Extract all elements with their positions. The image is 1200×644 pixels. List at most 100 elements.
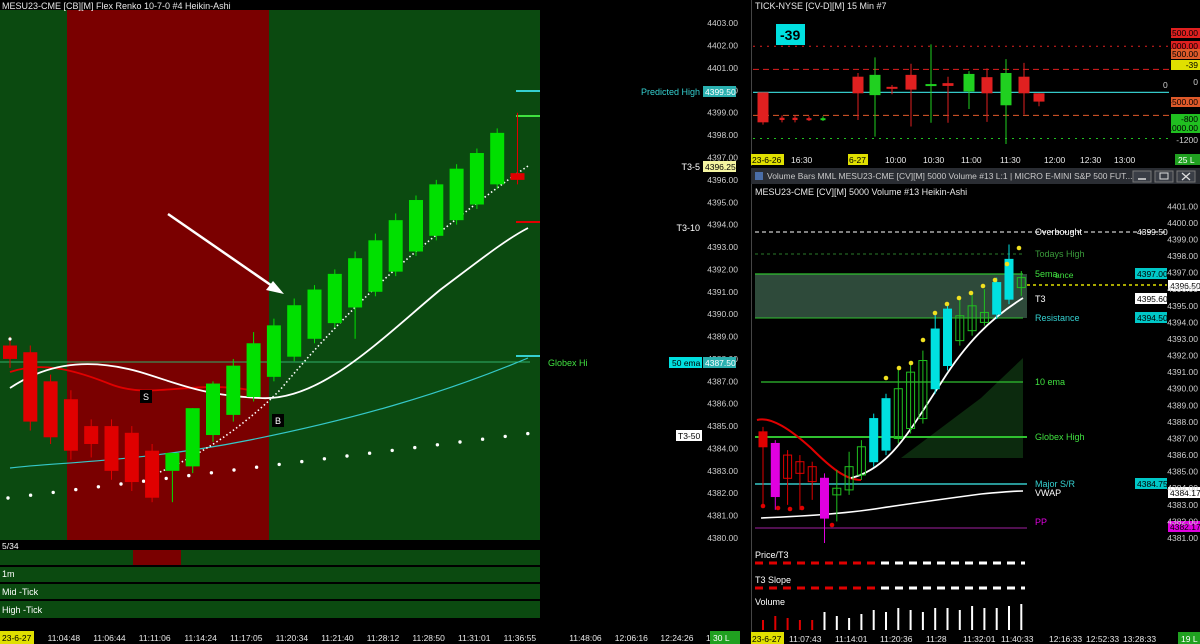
vol-time-label: 11:28: [926, 634, 947, 644]
t3-value: 4395.60: [1137, 294, 1168, 304]
candle-body: [185, 408, 200, 467]
t3-10-label: T3-10: [676, 223, 700, 233]
left-chart-panel: 4403.004402.004401.004400.004399.004398.…: [0, 0, 745, 644]
candle-body: [145, 450, 160, 498]
price-tick-label: 4387.00: [707, 376, 738, 386]
candle-dot: [8, 337, 12, 341]
vol-time-label: 11:14:01: [835, 634, 868, 644]
counter-label: 5/34: [2, 541, 19, 551]
price-tick-label: 4385.00: [707, 421, 738, 431]
resistance-zone: [755, 274, 1027, 318]
time-tag-text: 30 L: [713, 633, 730, 643]
tick-axis-label: 0: [1193, 77, 1198, 87]
vol-time-axis: 23-6-27 11:07:43 11:14:01 11:20:36 11:28 11:3…: [751, 632, 1200, 644]
tick-time-label: 10:00: [885, 155, 907, 165]
dot-trail-point: [300, 459, 304, 464]
tick-candle-body: [942, 83, 954, 86]
subpanel-1m-label: 1m: [2, 569, 15, 579]
candle-body: [165, 452, 180, 471]
ema5-value: 4397.00: [1137, 269, 1168, 279]
t3-50-label: T3-50: [678, 431, 700, 441]
ema50-value: 4387.50: [705, 358, 736, 368]
major-sr-value: 4384.75: [1137, 479, 1168, 489]
dot-trail-point: [458, 440, 462, 444]
vol-candle-body: [758, 431, 768, 448]
time-label: 12:24:26: [660, 633, 693, 643]
resistance-value: 4394.50: [1137, 313, 1168, 323]
time-label: 11:28:50: [412, 633, 445, 643]
tick-candle-body: [981, 77, 993, 94]
price-tick-label: 4401.00: [707, 63, 738, 73]
tick-candle-body: [905, 74, 917, 90]
vol-price-tick-label: 4386.00: [1167, 450, 1198, 460]
overbought-label: Overbought: [1035, 227, 1083, 237]
vwap-label: VWAP: [1035, 488, 1061, 498]
price-tick-label: 4391.00: [707, 287, 738, 297]
candle-body: [429, 184, 444, 236]
dot-trail-point: [345, 454, 349, 458]
price-t3-label: Price/T3: [755, 550, 789, 560]
tick-chart[interactable]: TICK-NYSE [CV-D][M] 15 Min #7 -39 1500.0…: [751, 0, 1200, 166]
dot-trail-point: [74, 487, 78, 492]
b-marker: B: [275, 416, 281, 426]
red-signal-dot: [799, 505, 805, 511]
tick-time-label: 10:30: [923, 155, 945, 165]
vol-price-tick-label: 4389.00: [1167, 400, 1198, 410]
tick-candle-body: [869, 74, 881, 96]
candle-body: [307, 289, 322, 339]
dot-trail-point: [503, 434, 507, 439]
price-tick-label: 4403.00: [707, 18, 738, 28]
candle-body: [510, 173, 525, 180]
red-signal-dot: [787, 506, 793, 512]
t3-slope-label: T3 Slope: [755, 575, 791, 585]
price-tick-label: 4380.00: [707, 533, 738, 543]
vol-price-tick-label: 4390.00: [1167, 384, 1198, 394]
price-tick-label: 4384.00: [707, 443, 738, 453]
dot-trail-point: [367, 451, 372, 455]
dot-trail-point: [96, 485, 101, 489]
volume-bars-chart[interactable]: Volume Bars MML MESU23-CME [CV][M] 5000 …: [751, 168, 1200, 644]
left-subpanels: 5/34 1m Mid -Tick High -Tick: [0, 541, 540, 618]
tick-candle-body: [1033, 93, 1045, 102]
dot-trail-point: [254, 465, 259, 469]
candle-body: [469, 153, 484, 205]
yellow-signal-dot: [883, 375, 889, 381]
dot-trail-point: [413, 445, 417, 450]
predicted-high-label: Predicted High: [641, 87, 700, 97]
time-label: 11:31:01: [458, 633, 491, 643]
ema10-label: 10 ema: [1035, 377, 1065, 387]
tick-time-label: 12:30: [1080, 155, 1102, 165]
candle-body: [287, 305, 302, 357]
price-tick-label: 4381.00: [707, 511, 738, 521]
vol-candle-body: [770, 442, 780, 498]
volume-label: Volume: [755, 597, 785, 607]
tick-time-tag-text: 25 L: [1178, 155, 1195, 165]
tick-candle-body: [757, 92, 769, 123]
vol-time-label: 11:32:01: [963, 634, 996, 644]
vol-price-tick-label: 4401.00: [1167, 201, 1198, 211]
candle-body: [226, 365, 241, 415]
time-label: 11:17:05: [230, 633, 263, 643]
tick-chart-panel: TICK-NYSE [CV-D][M] 15 Min #7 -39 1500.0…: [751, 0, 1200, 166]
t3-label: T3: [1035, 294, 1046, 304]
candle-body: [43, 381, 58, 438]
price-tick-label: 4394.00: [707, 220, 738, 230]
price-tick-label: 4383.00: [707, 466, 738, 476]
t3-5-label: T3-5: [681, 162, 700, 172]
volume-chart-panel: Volume Bars MML MESU23-CME [CV][M] 5000 …: [751, 168, 1200, 644]
vol-price-tick-label: 4397.00: [1167, 268, 1198, 278]
tick-time-label: 23-6-26: [752, 155, 782, 165]
dot-trail-point: [6, 496, 10, 500]
left-chart-title: MESU23-CME [CB][M] Flex Renko 10-7-0 #4 …: [2, 1, 231, 11]
minimize-button[interactable]: [1132, 170, 1152, 183]
pp-label: PP: [1035, 517, 1047, 527]
dot-trail-point: [390, 448, 394, 453]
renko-chart[interactable]: 4403.004402.004401.004400.004399.004398.…: [0, 0, 745, 644]
resistance-label: Resistance: [1035, 313, 1080, 323]
window-title: Volume Bars MML MESU23-CME [CV][M] 5000 …: [767, 171, 1132, 181]
tick-axis-label: -39: [1186, 60, 1199, 70]
time-label: 11:11:06: [139, 633, 171, 643]
ema50-label: 50 ema: [672, 358, 701, 368]
vol-price-tick-label: 4395.00: [1167, 301, 1198, 311]
tick-candle-body: [963, 73, 975, 92]
